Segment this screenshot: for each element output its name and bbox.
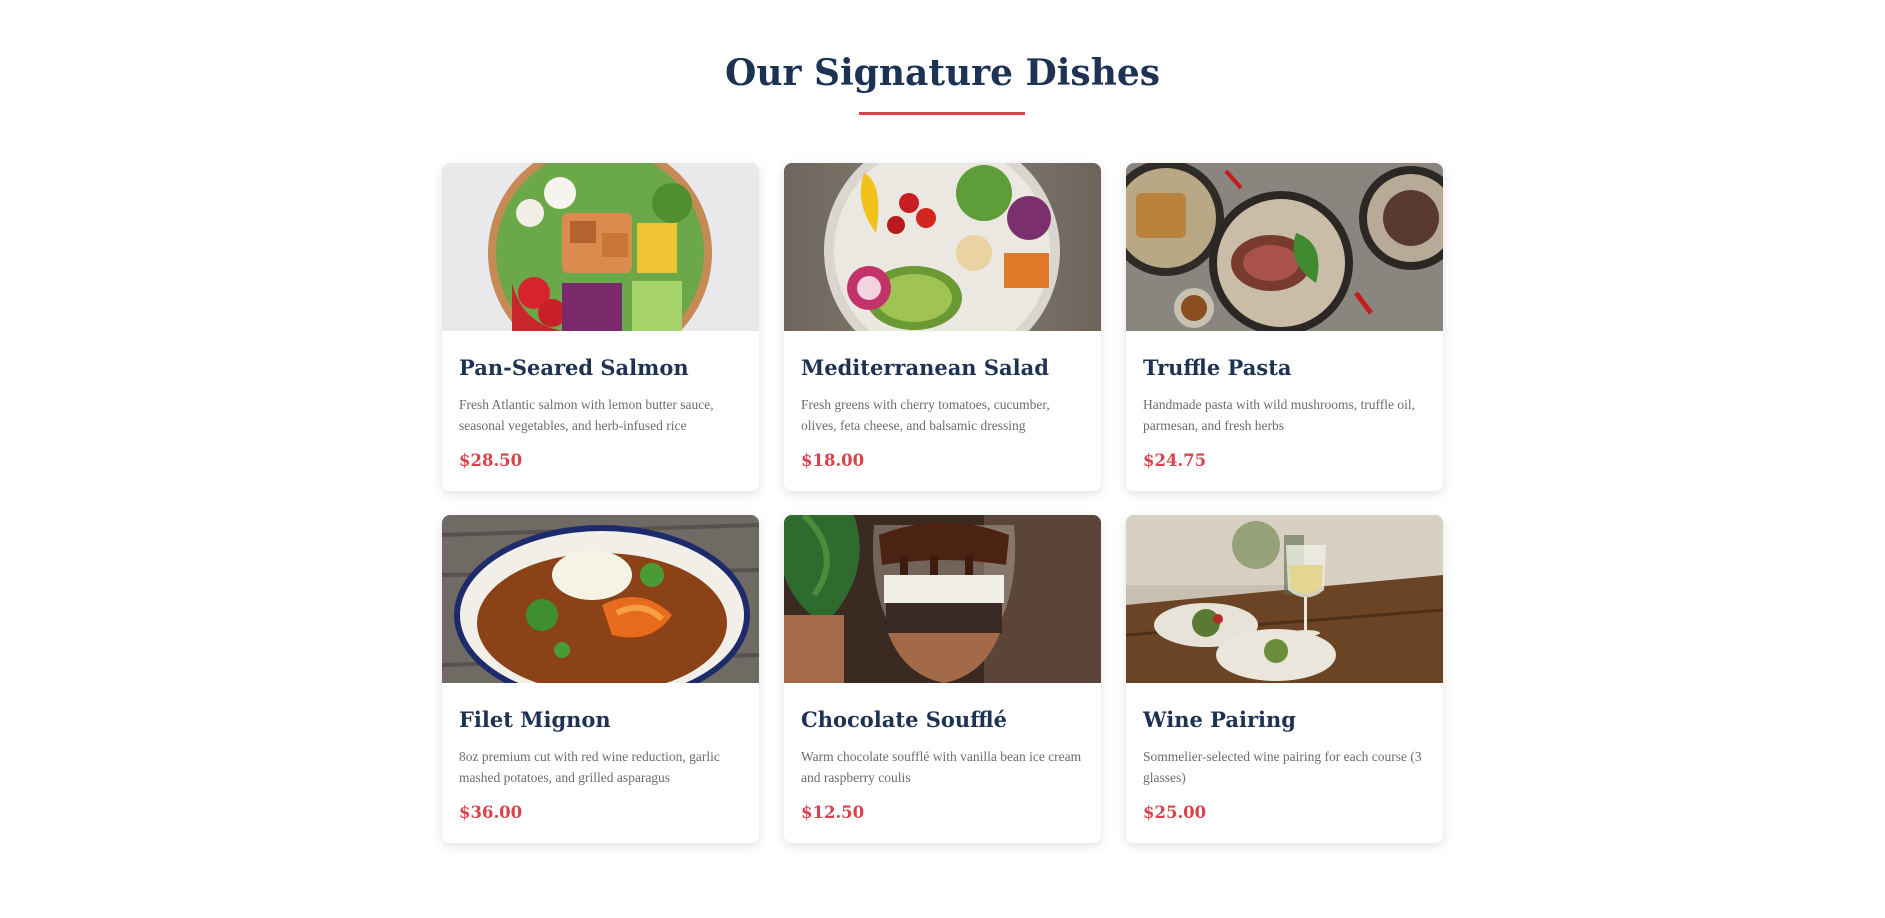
wine-glass-table-photo [1126,515,1443,683]
dish-description: Sommelier-selected wine pairing for each… [1143,749,1422,785]
dish-card[interactable]: Chocolate Soufflé Warm chocolate soufflé… [784,515,1101,843]
dish-price: $12.50 [801,803,865,822]
dish-grid: Pan-Seared Salmon Fresh Atlantic salmon … [442,163,1443,843]
dish-name: Pan-Seared Salmon [459,355,689,380]
shrimp-curry-bowl-photo [442,515,759,683]
signature-dishes-section: Our Signature Dishes Pan-Seared Salmon F… [0,0,1885,918]
salmon-poke-bowl-photo [442,163,759,331]
chocolate-parfait-glass-photo [784,515,1101,683]
dish-card[interactable]: Pan-Seared Salmon Fresh Atlantic salmon … [442,163,759,491]
title-underline [859,112,1025,115]
dish-name: Chocolate Soufflé [801,707,1007,732]
dish-description: Fresh Atlantic salmon with lemon butter … [459,397,714,433]
dish-description: Handmade pasta with wild mushrooms, truf… [1143,397,1415,433]
dish-name: Mediterranean Salad [801,355,1049,380]
dish-description: 8oz premium cut with red wine reduction,… [459,749,720,785]
steak-plates-spread-photo [1126,163,1443,331]
dish-price: $18.00 [801,451,865,470]
section-title: Our Signature Dishes [724,52,1161,94]
dish-card[interactable]: Wine Pairing Sommelier-selected wine pai… [1126,515,1443,843]
dish-price: $36.00 [459,803,523,822]
dish-name: Filet Mignon [459,707,611,732]
dish-card[interactable]: Truffle Pasta Handmade pasta with wild m… [1126,163,1443,491]
dish-name: Truffle Pasta [1143,355,1292,380]
dish-price: $25.00 [1143,803,1207,822]
dish-card[interactable]: Mediterranean Salad Fresh greens with ch… [784,163,1101,491]
dish-price: $24.75 [1143,451,1207,470]
dish-name: Wine Pairing [1143,707,1296,732]
dish-price: $28.50 [459,451,523,470]
dish-card[interactable]: Filet Mignon 8oz premium cut with red wi… [442,515,759,843]
dish-description: Warm chocolate soufflé with vanilla bean… [801,749,1082,785]
veggie-buddha-bowl-photo [784,163,1101,331]
dish-description: Fresh greens with cherry tomatoes, cucum… [801,397,1050,433]
